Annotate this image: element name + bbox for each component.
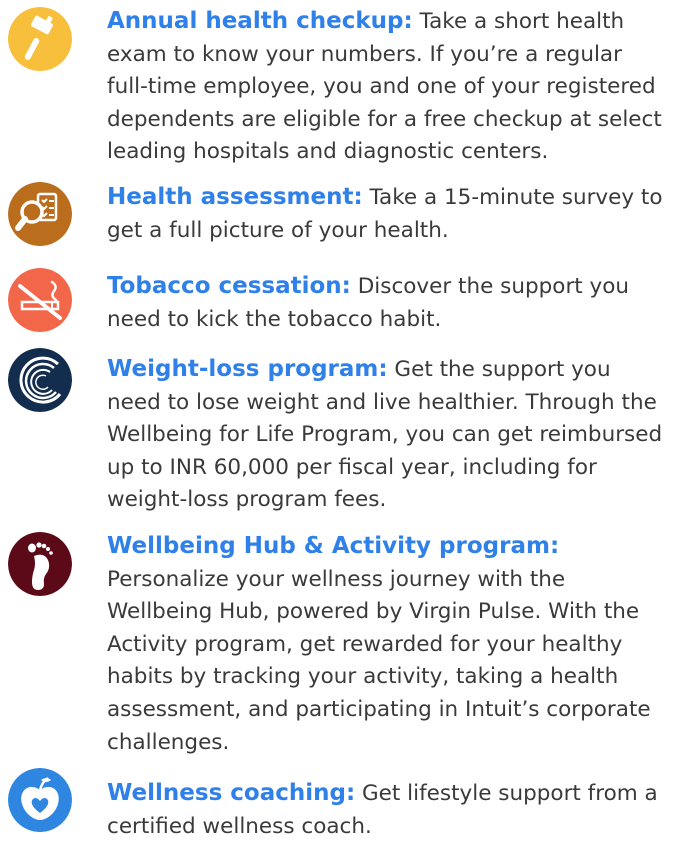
footprint-icon bbox=[8, 532, 72, 596]
item-description: Personalize your wellness journey with t… bbox=[107, 566, 651, 755]
item-title: Health assessment: bbox=[107, 184, 363, 210]
item-title: Wellbeing Hub & Activity program: bbox=[107, 533, 560, 559]
item-text: Wellbeing Hub & Activity program: Persona… bbox=[107, 530, 667, 759]
swirl-icon bbox=[8, 348, 72, 412]
item-title: Weight-loss program: bbox=[107, 356, 388, 382]
hammer-icon bbox=[8, 7, 72, 71]
no-smoking-icon bbox=[8, 268, 72, 332]
item-text: Wellness coaching: Get lifestyle support… bbox=[107, 777, 667, 843]
item-title: Annual health checkup: bbox=[107, 8, 413, 34]
item-text: Tobacco cessation: Discover the support … bbox=[107, 270, 667, 336]
magnifier-checklist-icon bbox=[8, 182, 72, 246]
item-text: Weight-loss program: Get the support you… bbox=[107, 353, 667, 517]
item-title: Tobacco cessation: bbox=[107, 273, 351, 299]
item-text: Annual health checkup: Take a short heal… bbox=[107, 5, 667, 169]
item-text: Health assessment: Take a 15-minute surv… bbox=[107, 181, 667, 247]
item-title: Wellness coaching: bbox=[107, 780, 356, 806]
apple-heart-icon bbox=[8, 768, 72, 832]
